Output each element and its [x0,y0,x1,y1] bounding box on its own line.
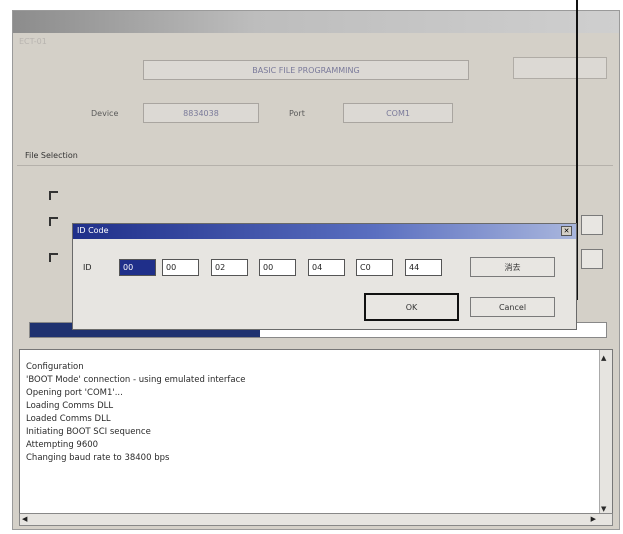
scroll-left-arrow-icon[interactable]: ◀ [22,515,27,523]
id-code-field-6[interactable]: C0 [356,259,393,276]
clear-button[interactable]: 消去 [470,257,555,277]
device-value: 8834038 [183,108,219,118]
device-field: 8834038 [143,103,259,123]
ok-button[interactable]: OK [364,293,459,321]
log-line: Changing baud rate to 38400 bps [26,453,170,463]
log-line: Opening port 'COM1'... [26,388,123,398]
id-code-field-3[interactable]: 02 [211,259,248,276]
browse-button-2[interactable] [581,249,603,269]
port-value: COM1 [386,108,410,118]
id-code-field-5[interactable]: 04 [308,259,345,276]
dialog-title: ID Code [77,226,109,235]
port-field: COM1 [343,103,453,123]
id-code-field-2[interactable]: 00 [162,259,199,276]
cancel-button[interactable]: Cancel [470,297,555,317]
log-horizontal-scrollbar[interactable]: ◀ ▶ [19,513,613,526]
scroll-up-arrow-icon[interactable]: ▲ [601,352,606,365]
log-line: 'BOOT Mode' connection - using emulated … [26,375,246,385]
window-subtitle: ECT-01 [19,37,47,46]
radio-option-3[interactable] [49,253,58,262]
log-panel: Configuration 'BOOT Mode' connection - u… [19,349,613,519]
radio-option-2[interactable] [49,217,58,226]
header-title: BASIC FILE PROGRAMMING [252,65,360,75]
radio-option-1[interactable] [49,191,58,200]
scroll-right-arrow-icon[interactable]: ▶ [591,515,596,523]
device-label: Device [91,109,119,118]
id-code-field-7[interactable]: 44 [405,259,442,276]
id-label: ID [83,263,92,272]
log-list: Configuration 'BOOT Mode' connection - u… [20,350,612,465]
log-line: Attempting 9600 [26,440,99,450]
id-code-field-1[interactable]: 00 [119,259,156,276]
browse-button-1[interactable] [581,215,603,235]
id-code-dialog: ID Code ✕ ID 00 00 02 00 04 C0 44 消去 OK … [72,223,577,330]
divider [17,165,613,166]
log-line: Loading Comms DLL [26,401,114,411]
port-label: Port [289,109,305,118]
log-line: Initiating BOOT SCI sequence [26,427,151,437]
log-line: Configuration [26,362,84,372]
log-line: Loaded Comms DLL [26,414,111,424]
title-bar [13,11,619,33]
log-vertical-scrollbar[interactable]: ▲ ▼ [599,350,612,518]
close-icon[interactable]: ✕ [561,226,572,236]
top-right-button[interactable] [513,57,607,79]
header-title-box: BASIC FILE PROGRAMMING [143,60,469,80]
dialog-title-bar: ID Code ✕ [73,224,576,239]
file-selection-label: File Selection [25,151,78,160]
id-code-field-4[interactable]: 00 [259,259,296,276]
